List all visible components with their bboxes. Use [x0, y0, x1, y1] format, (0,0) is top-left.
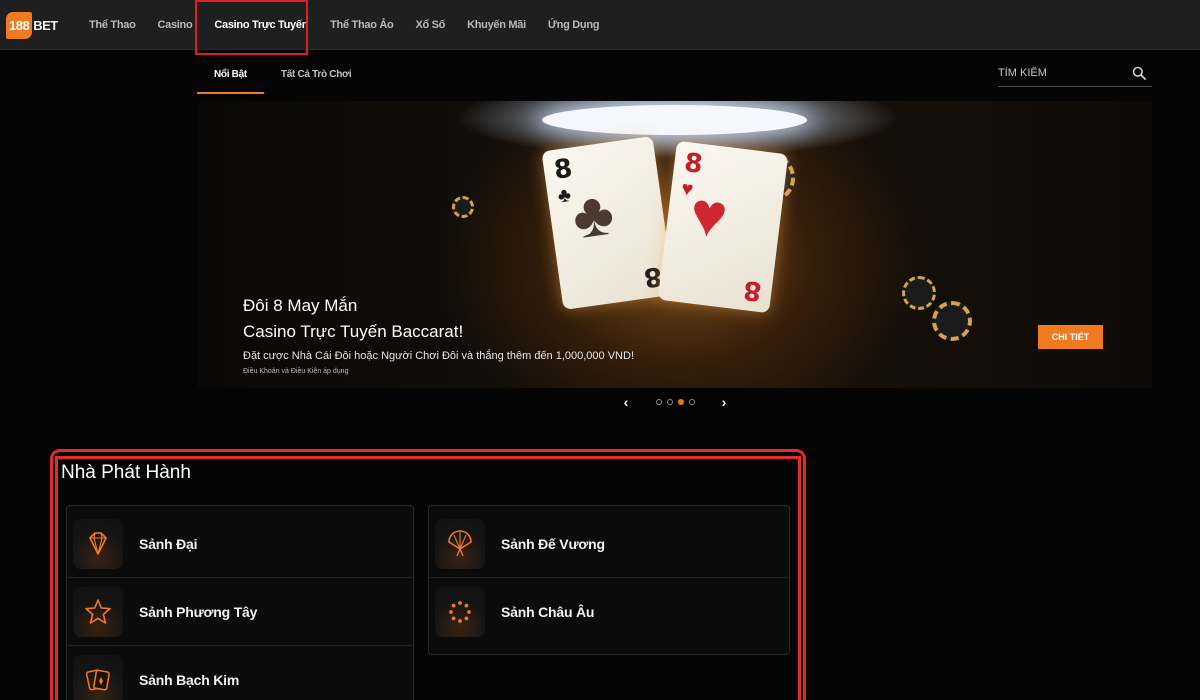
providers-list-left: Sảnh Đại Sảnh Phương Tây Sảnh Bạch Kim: [66, 505, 414, 700]
casino-chip-image: [932, 301, 972, 341]
provider-sanh-phuong-tay[interactable]: Sảnh Phương Tây: [67, 578, 413, 646]
top-navigation-bar: 188 BET Thể Thao Casino Casino Trực Tuyế…: [0, 0, 1200, 50]
carousel-dots: [655, 399, 695, 405]
playing-card-8-hearts: 8 ♥ ♥ 8: [657, 140, 789, 314]
search-icon[interactable]: [1132, 66, 1146, 80]
carousel-dot[interactable]: [655, 399, 662, 405]
tab-noi-bat[interactable]: Nổi Bật: [197, 56, 264, 94]
nav-item-the-thao-ao[interactable]: Thể Thao Ảo: [319, 19, 404, 31]
heart-icon: ♥: [686, 179, 732, 253]
diamond-icon: [89, 531, 107, 555]
playing-card-8-clubs: 8 ♣ ♣ 8: [541, 135, 675, 311]
provider-sanh-de-vuong[interactable]: Sảnh Đế Vương: [429, 510, 789, 578]
nav-item-the-thao[interactable]: Thể Thao: [78, 19, 147, 31]
provider-sanh-bach-kim[interactable]: Sảnh Bạch Kim: [67, 646, 413, 700]
provider-label: Sảnh Đế Vương: [501, 535, 605, 552]
banner-title-line2: Casino Trực Tuyến Baccarat!: [243, 322, 464, 341]
provider-icon-box: [73, 655, 123, 700]
casino-chip-image: [452, 196, 474, 218]
chevron-right-icon[interactable]: ›: [717, 395, 731, 409]
carousel-dot-active[interactable]: [677, 399, 684, 405]
nav-item-ung-dung[interactable]: Ứng Dụng: [537, 19, 610, 31]
details-button[interactable]: CHI TIẾT: [1038, 325, 1103, 349]
card-rank: 8: [741, 274, 764, 307]
playing-cards-icon: [85, 669, 110, 691]
carousel-dot[interactable]: [688, 399, 695, 405]
tab-tat-ca-tro-choi[interactable]: Tất Cả Trò Chơi: [264, 56, 368, 94]
provider-icon-box: [73, 518, 123, 569]
search-input[interactable]: [998, 60, 1118, 86]
club-icon: ♣: [568, 178, 619, 253]
banner-title-line1: Đôi 8 May Mắn: [243, 296, 358, 315]
star-circle-icon: [449, 601, 471, 623]
star-icon: [85, 598, 111, 624]
card-rank: 8: [552, 153, 575, 186]
fan-icon: [448, 529, 472, 556]
banner-terms[interactable]: Điều Khoản và Điều Kiện áp dụng: [243, 368, 634, 375]
logo-text: BET: [33, 17, 58, 33]
carousel-controls: ‹ ›: [619, 394, 731, 410]
nav-item-khuyen-mai[interactable]: Khuyến Mãi: [456, 19, 537, 31]
provider-label: Sảnh Châu Âu: [501, 604, 595, 620]
banner-description: Đặt cược Nhà Cái Đôi hoặc Người Chơi Đôi…: [243, 350, 634, 362]
provider-icon-box: [435, 587, 485, 637]
logo[interactable]: 188 BET: [6, 11, 58, 39]
logo-number: 188: [6, 11, 33, 39]
provider-sanh-chau-au[interactable]: Sảnh Châu Âu: [429, 578, 789, 646]
card-rank: 8: [682, 147, 705, 180]
provider-icon-box: [435, 518, 485, 569]
provider-sanh-dai[interactable]: Sảnh Đại: [67, 510, 413, 578]
provider-label: Sảnh Đại: [139, 535, 198, 552]
provider-label: Sảnh Bạch Kim: [139, 672, 240, 688]
casino-chip-image: [902, 276, 936, 310]
sub-navigation: Nổi Bật Tất Cả Trò Chơi: [197, 56, 368, 94]
nav-item-xo-so[interactable]: Xổ Số: [404, 19, 456, 31]
spotlight-light: [542, 105, 807, 135]
main-nav: Thể Thao Casino Casino Trực Tuyến Thể Th…: [78, 0, 610, 50]
provider-label: Sảnh Phương Tây: [139, 603, 258, 620]
promo-banner[interactable]: 8 ♣ ♣ 8 8 ♥ ♥ 8 Đôi 8 May Mắn Casino Trự…: [197, 101, 1152, 388]
active-nav-highlight: [195, 0, 308, 55]
search-bar: [998, 60, 1152, 87]
chevron-left-icon[interactable]: ‹: [619, 395, 633, 409]
provider-icon-box: [73, 586, 123, 637]
providers-list-right: Sảnh Đế Vương Sảnh Châu Âu: [428, 505, 790, 655]
banner-text-block: Đôi 8 May Mắn Casino Trực Tuyến Baccarat…: [243, 296, 634, 375]
carousel-dot[interactable]: [666, 399, 673, 405]
providers-title: Nhà Phát Hành: [61, 462, 191, 483]
